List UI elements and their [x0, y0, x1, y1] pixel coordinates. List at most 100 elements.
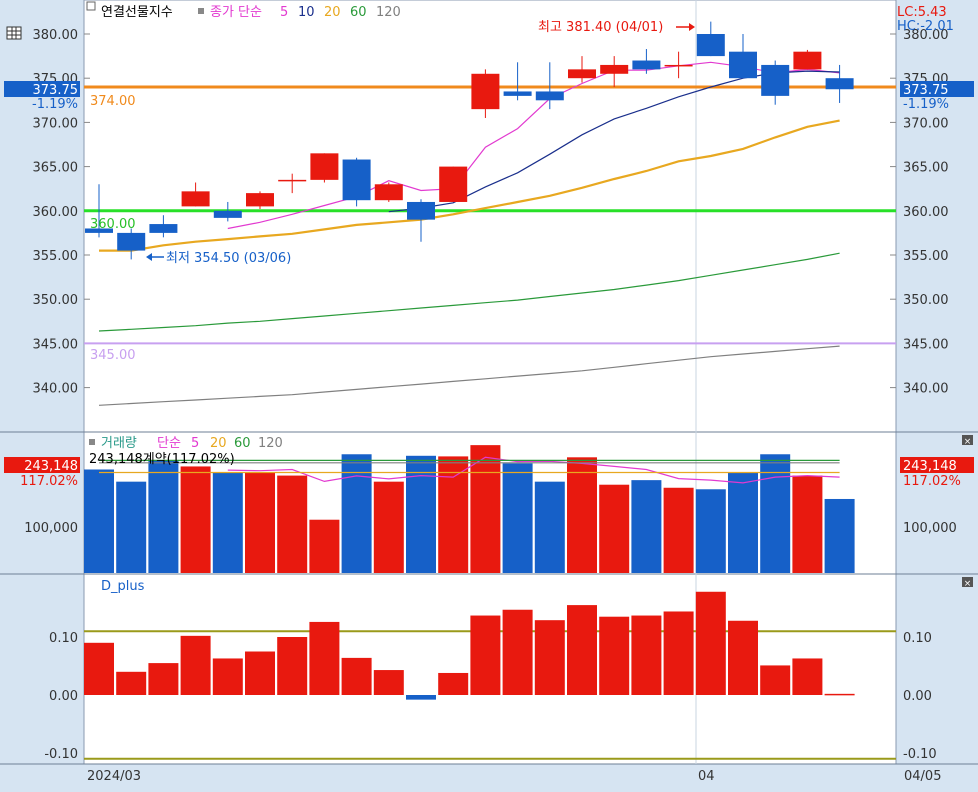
volume-ma60-legend: 60 — [234, 436, 251, 451]
candle-body[interactable] — [213, 210, 242, 218]
volume-value-left: 243,148 — [24, 459, 78, 474]
dplus-bar[interactable] — [728, 620, 758, 695]
y-tick-label-left: 350.00 — [33, 293, 79, 308]
y-tick-label-right: 365.00 — [903, 161, 949, 176]
y-tick-label-right: 350.00 — [903, 293, 949, 308]
volume-bar[interactable] — [116, 481, 147, 573]
volume-bar[interactable] — [599, 484, 630, 573]
ma20-legend: 20 — [324, 5, 341, 20]
volume-ma120-legend: 120 — [258, 436, 283, 451]
svg-text:×: × — [964, 579, 972, 589]
dplus-bar[interactable] — [180, 635, 211, 695]
y-tick-label-left: 355.00 — [33, 249, 79, 264]
candle-body[interactable] — [246, 193, 274, 207]
dplus-y-tick-left: 0.10 — [49, 631, 78, 646]
hline-374-label: 374.00 — [90, 94, 136, 109]
dplus-bar[interactable] — [438, 672, 469, 695]
dplus-y-tick-right: 0.00 — [903, 689, 932, 704]
candle-body[interactable] — [471, 73, 500, 110]
candle-body[interactable] — [117, 232, 146, 251]
candle-body[interactable] — [568, 69, 596, 79]
volume-bar[interactable] — [84, 469, 114, 573]
dplus-bar[interactable] — [277, 637, 308, 695]
dplus-bar[interactable] — [695, 591, 726, 695]
current-price-right: 373.75 — [903, 83, 949, 98]
volume-info: 243,148계약(117.02%) — [89, 452, 235, 467]
candle-body[interactable] — [439, 166, 468, 202]
dplus-bar[interactable] — [502, 609, 533, 695]
dplus-bar[interactable] — [84, 642, 114, 695]
candle-body[interactable] — [696, 34, 725, 57]
volume-bar[interactable] — [148, 460, 179, 573]
volume-pct-left: 117.02% — [20, 474, 78, 489]
volume-bar[interactable] — [245, 472, 275, 573]
candle-body[interactable] — [632, 60, 661, 70]
dplus-bar[interactable] — [567, 605, 597, 695]
candle-body[interactable] — [825, 78, 854, 90]
candle-body[interactable] — [729, 51, 757, 79]
volume-bar[interactable] — [212, 472, 243, 573]
candle-body[interactable] — [310, 153, 339, 180]
volume-y-tick-right: 100,000 — [903, 521, 957, 536]
candle-body[interactable] — [503, 91, 532, 96]
y-tick-label-right: 360.00 — [903, 205, 949, 220]
volume-bar[interactable] — [373, 481, 404, 573]
volume-bar[interactable] — [728, 472, 758, 573]
volume-bar[interactable] — [792, 475, 823, 573]
dplus-bar[interactable] — [631, 615, 662, 695]
ma-legend-marker — [198, 8, 204, 14]
volume-bar[interactable] — [824, 498, 855, 573]
volume-bar[interactable] — [502, 463, 533, 573]
candle-body[interactable] — [407, 201, 435, 220]
dplus-bar[interactable] — [824, 693, 855, 696]
volume-bar[interactable] — [180, 466, 211, 573]
candle-body[interactable] — [374, 184, 403, 201]
dplus-bar[interactable] — [245, 651, 275, 696]
dplus-bar[interactable] — [373, 670, 404, 695]
volume-bar[interactable] — [567, 457, 597, 573]
volume-bar[interactable] — [631, 480, 662, 573]
dplus-bar[interactable] — [406, 695, 436, 700]
dplus-bar[interactable] — [470, 615, 501, 695]
chart-canvas[interactable]: 380.00 380.00375.00 375.00370.00 370.00365.… — [0, 0, 978, 788]
dplus-bar[interactable] — [116, 671, 147, 695]
volume-bar[interactable] — [438, 456, 469, 573]
table-icon[interactable] — [6, 26, 22, 40]
volume-bar[interactable] — [277, 475, 308, 573]
volume-bar[interactable] — [406, 455, 436, 573]
candle-body[interactable] — [535, 91, 564, 101]
ma5-legend: 5 — [280, 5, 288, 20]
dplus-bar[interactable] — [309, 621, 340, 695]
price-plot-area[interactable] — [83, 0, 897, 433]
dplus-bar[interactable] — [792, 658, 823, 695]
y-tick-label-left: 345.00 — [33, 337, 79, 352]
dplus-bar[interactable] — [341, 657, 372, 695]
candle-body[interactable] — [278, 179, 307, 182]
dplus-bar[interactable] — [663, 611, 694, 695]
candle-body[interactable] — [181, 191, 210, 207]
volume-bar[interactable] — [309, 519, 340, 573]
candle-body[interactable] — [793, 51, 822, 70]
ma60-legend: 60 — [350, 5, 367, 20]
y-tick-label-right: 345.00 — [903, 337, 949, 352]
high-annotation: 최고 381.40 (04/01) — [538, 20, 663, 35]
dplus-bar[interactable] — [212, 658, 243, 695]
volume-bar[interactable] — [695, 489, 726, 573]
dplus-bar[interactable] — [148, 663, 179, 695]
dplus-bar[interactable] — [599, 616, 630, 695]
candle-body[interactable] — [600, 64, 629, 74]
candle-body[interactable] — [149, 224, 178, 233]
ma120-legend: 120 — [376, 5, 401, 20]
volume-ma5-legend: 5 — [191, 436, 199, 451]
candle-body[interactable] — [761, 64, 790, 96]
candle-body[interactable] — [342, 159, 371, 201]
current-change-right: -1.19% — [903, 97, 949, 112]
dplus-bar[interactable] — [760, 665, 791, 695]
dplus-bar[interactable] — [534, 620, 565, 695]
volume-bar[interactable] — [663, 487, 694, 573]
volume-bar[interactable] — [534, 481, 565, 573]
ma10-legend: 10 — [298, 5, 315, 20]
chart-window: 380.00 380.00 375.00 375.00 370.00 370.00 365.… — [0, 0, 978, 788]
dplus-title: D_plus — [101, 579, 145, 594]
candle-body[interactable] — [664, 64, 693, 67]
